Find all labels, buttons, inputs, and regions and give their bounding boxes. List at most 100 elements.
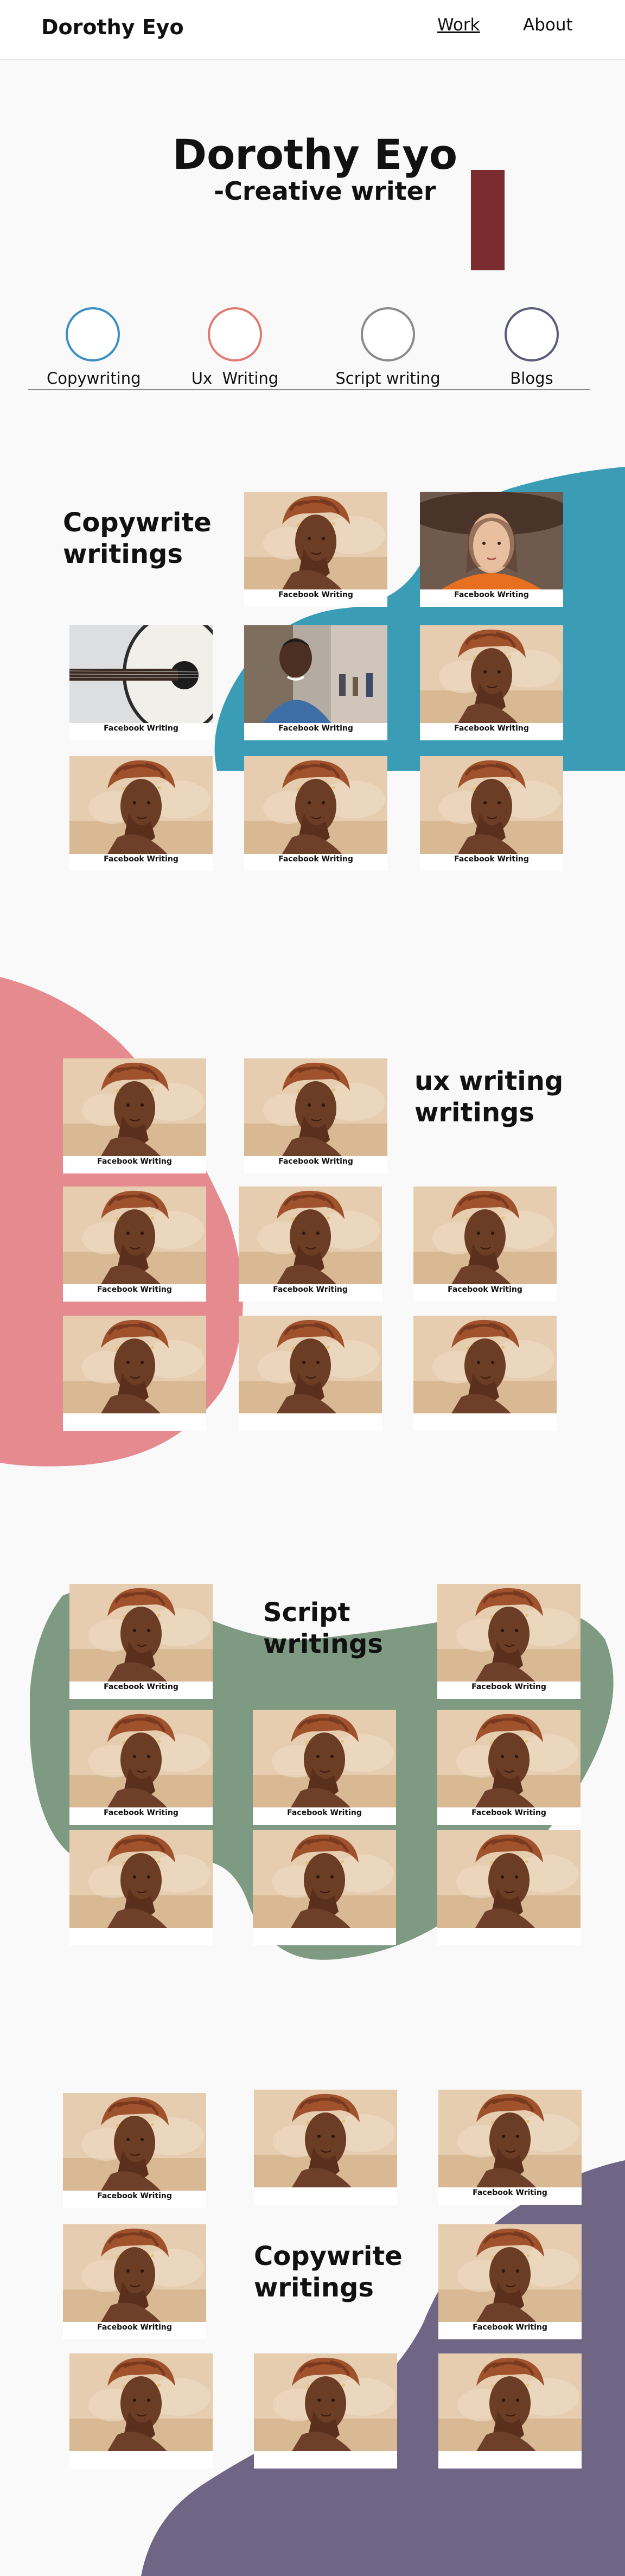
card-caption: Facebook Writing <box>473 2188 547 2197</box>
category-ux-writing[interactable]: Ux Writing <box>183 307 286 388</box>
card-caption: Facebook Writing <box>97 1285 172 1294</box>
card-caption: Facebook Writing <box>454 724 529 733</box>
writing-card[interactable]: Facebook Writing <box>244 756 387 871</box>
card-caption: Facebook Writing <box>97 2323 172 2332</box>
category-circle <box>208 307 262 361</box>
woman-portrait-photo <box>437 1710 581 1807</box>
woman-portrait-photo <box>438 2090 582 2187</box>
woman-portrait-photo <box>437 1830 581 1928</box>
woman-portrait-photo <box>413 1316 557 1413</box>
hero-tagline: -Creative writer <box>214 176 436 206</box>
card-caption: Facebook Writing <box>278 591 353 599</box>
category-copywriting[interactable]: Copywriting <box>47 307 141 388</box>
writing-card[interactable]: Facebook Writing <box>420 625 563 740</box>
writing-card[interactable]: Facebook Writing <box>438 2090 582 2205</box>
writing-card[interactable]: Facebook Writing <box>437 1584 581 1699</box>
top-navbar: Dorothy Eyo Work About <box>0 0 625 60</box>
category-label: Blogs <box>510 369 553 388</box>
card-caption: Facebook Writing <box>273 1285 348 1294</box>
writing-card[interactable]: Facebook Writing <box>69 625 213 740</box>
writing-card[interactable] <box>239 1316 382 1431</box>
writing-card[interactable]: Facebook Writing <box>413 1187 557 1302</box>
writing-card[interactable] <box>254 2353 397 2469</box>
writing-card[interactable]: Facebook Writing <box>420 492 563 607</box>
card-caption: Facebook Writing <box>278 724 353 733</box>
section-title-script: Script writings <box>263 1597 383 1659</box>
woman-portrait-photo <box>254 2090 397 2187</box>
woman-portrait-photo <box>63 1058 206 1156</box>
woman-portrait-photo <box>438 2224 582 2322</box>
writing-card[interactable]: Facebook Writing <box>239 1187 382 1302</box>
guitar-photo <box>69 625 213 723</box>
woman-portrait-photo <box>244 756 387 854</box>
woman-portrait-photo <box>69 756 213 854</box>
woman-portrait-photo <box>253 1830 396 1928</box>
woman-portrait-photo <box>420 625 563 723</box>
writing-card[interactable]: Facebook Writing <box>244 1058 387 1173</box>
nav-work-link[interactable]: Work <box>437 15 480 35</box>
writing-card[interactable]: Facebook Writing <box>69 1584 213 1699</box>
woman-portrait-photo <box>63 1187 206 1284</box>
card-caption: Facebook Writing <box>278 855 353 864</box>
card-caption: Facebook Writing <box>278 1157 353 1166</box>
category-label: Copywriting <box>47 369 141 388</box>
writing-card[interactable] <box>438 2353 582 2469</box>
writing-card[interactable] <box>69 2353 213 2469</box>
category-script-writing[interactable]: Script writing <box>326 307 450 388</box>
category-divider <box>28 389 590 390</box>
writing-card[interactable] <box>254 2090 397 2205</box>
woman-portrait-photo <box>69 1830 213 1928</box>
category-blogs[interactable]: Blogs <box>488 307 575 388</box>
writing-card[interactable]: Facebook Writing <box>63 1058 206 1173</box>
writing-card[interactable] <box>69 1830 213 1945</box>
writing-card[interactable] <box>63 1316 206 1431</box>
section-title-ux: ux writing writings <box>414 1066 564 1128</box>
writing-card[interactable]: Facebook Writing <box>244 492 387 607</box>
woman-portrait-photo <box>437 1584 581 1682</box>
writing-card[interactable] <box>413 1316 557 1431</box>
category-label: Script writing <box>335 369 441 388</box>
card-caption: Facebook Writing <box>471 1809 546 1817</box>
card-caption: Facebook Writing <box>104 724 178 733</box>
category-circle <box>361 307 415 361</box>
nav-about-link[interactable]: About <box>523 15 573 35</box>
card-caption: Facebook Writing <box>471 1683 546 1691</box>
woman-portrait-photo <box>253 1710 396 1807</box>
brand-logo[interactable]: Dorothy Eyo <box>41 15 184 39</box>
writing-card[interactable]: Facebook Writing <box>63 1187 206 1302</box>
writing-card[interactable]: Facebook Writing <box>69 756 213 871</box>
woman-portrait-photo <box>244 492 387 589</box>
woman-portrait-photo <box>244 1058 387 1156</box>
section-title-copywrite: Copywrite writings <box>63 507 212 569</box>
writing-card[interactable]: Facebook Writing <box>437 1710 581 1825</box>
writing-card[interactable]: Facebook Writing <box>420 756 563 871</box>
woman-portrait-photo <box>239 1316 382 1413</box>
writing-card[interactable]: Facebook Writing <box>63 2093 206 2208</box>
writing-card[interactable]: Facebook Writing <box>63 2224 206 2339</box>
woman-portrait-photo <box>69 1584 213 1682</box>
writing-card[interactable]: Facebook Writing <box>253 1710 396 1825</box>
woman-portrait-photo <box>63 1316 206 1413</box>
section-title-copywrite-2: Copywrite writings <box>254 2241 403 2303</box>
woman-portrait-photo <box>438 2353 582 2451</box>
card-caption: Facebook Writing <box>448 1285 522 1294</box>
writing-card[interactable]: Facebook Writing <box>244 625 387 740</box>
card-caption: Facebook Writing <box>454 855 529 864</box>
hero-accent-block <box>471 170 505 270</box>
woman-portrait-photo <box>239 1187 382 1284</box>
card-caption: Facebook Writing <box>104 1683 178 1691</box>
category-circle <box>505 307 559 361</box>
card-caption: Facebook Writing <box>104 1809 178 1817</box>
category-label: Ux Writing <box>191 369 279 388</box>
card-caption: Facebook Writing <box>473 2323 547 2332</box>
writing-card[interactable]: Facebook Writing <box>438 2224 582 2339</box>
man-street-photo <box>244 625 387 723</box>
writing-card[interactable] <box>437 1830 581 1945</box>
woman-portrait-photo <box>413 1187 557 1284</box>
woman-portrait-photo <box>254 2353 397 2451</box>
woman-portrait-photo <box>63 2224 206 2322</box>
card-caption: Facebook Writing <box>104 855 178 864</box>
writing-card[interactable] <box>253 1830 396 1945</box>
card-caption: Facebook Writing <box>97 2192 172 2200</box>
writing-card[interactable]: Facebook Writing <box>69 1710 213 1825</box>
